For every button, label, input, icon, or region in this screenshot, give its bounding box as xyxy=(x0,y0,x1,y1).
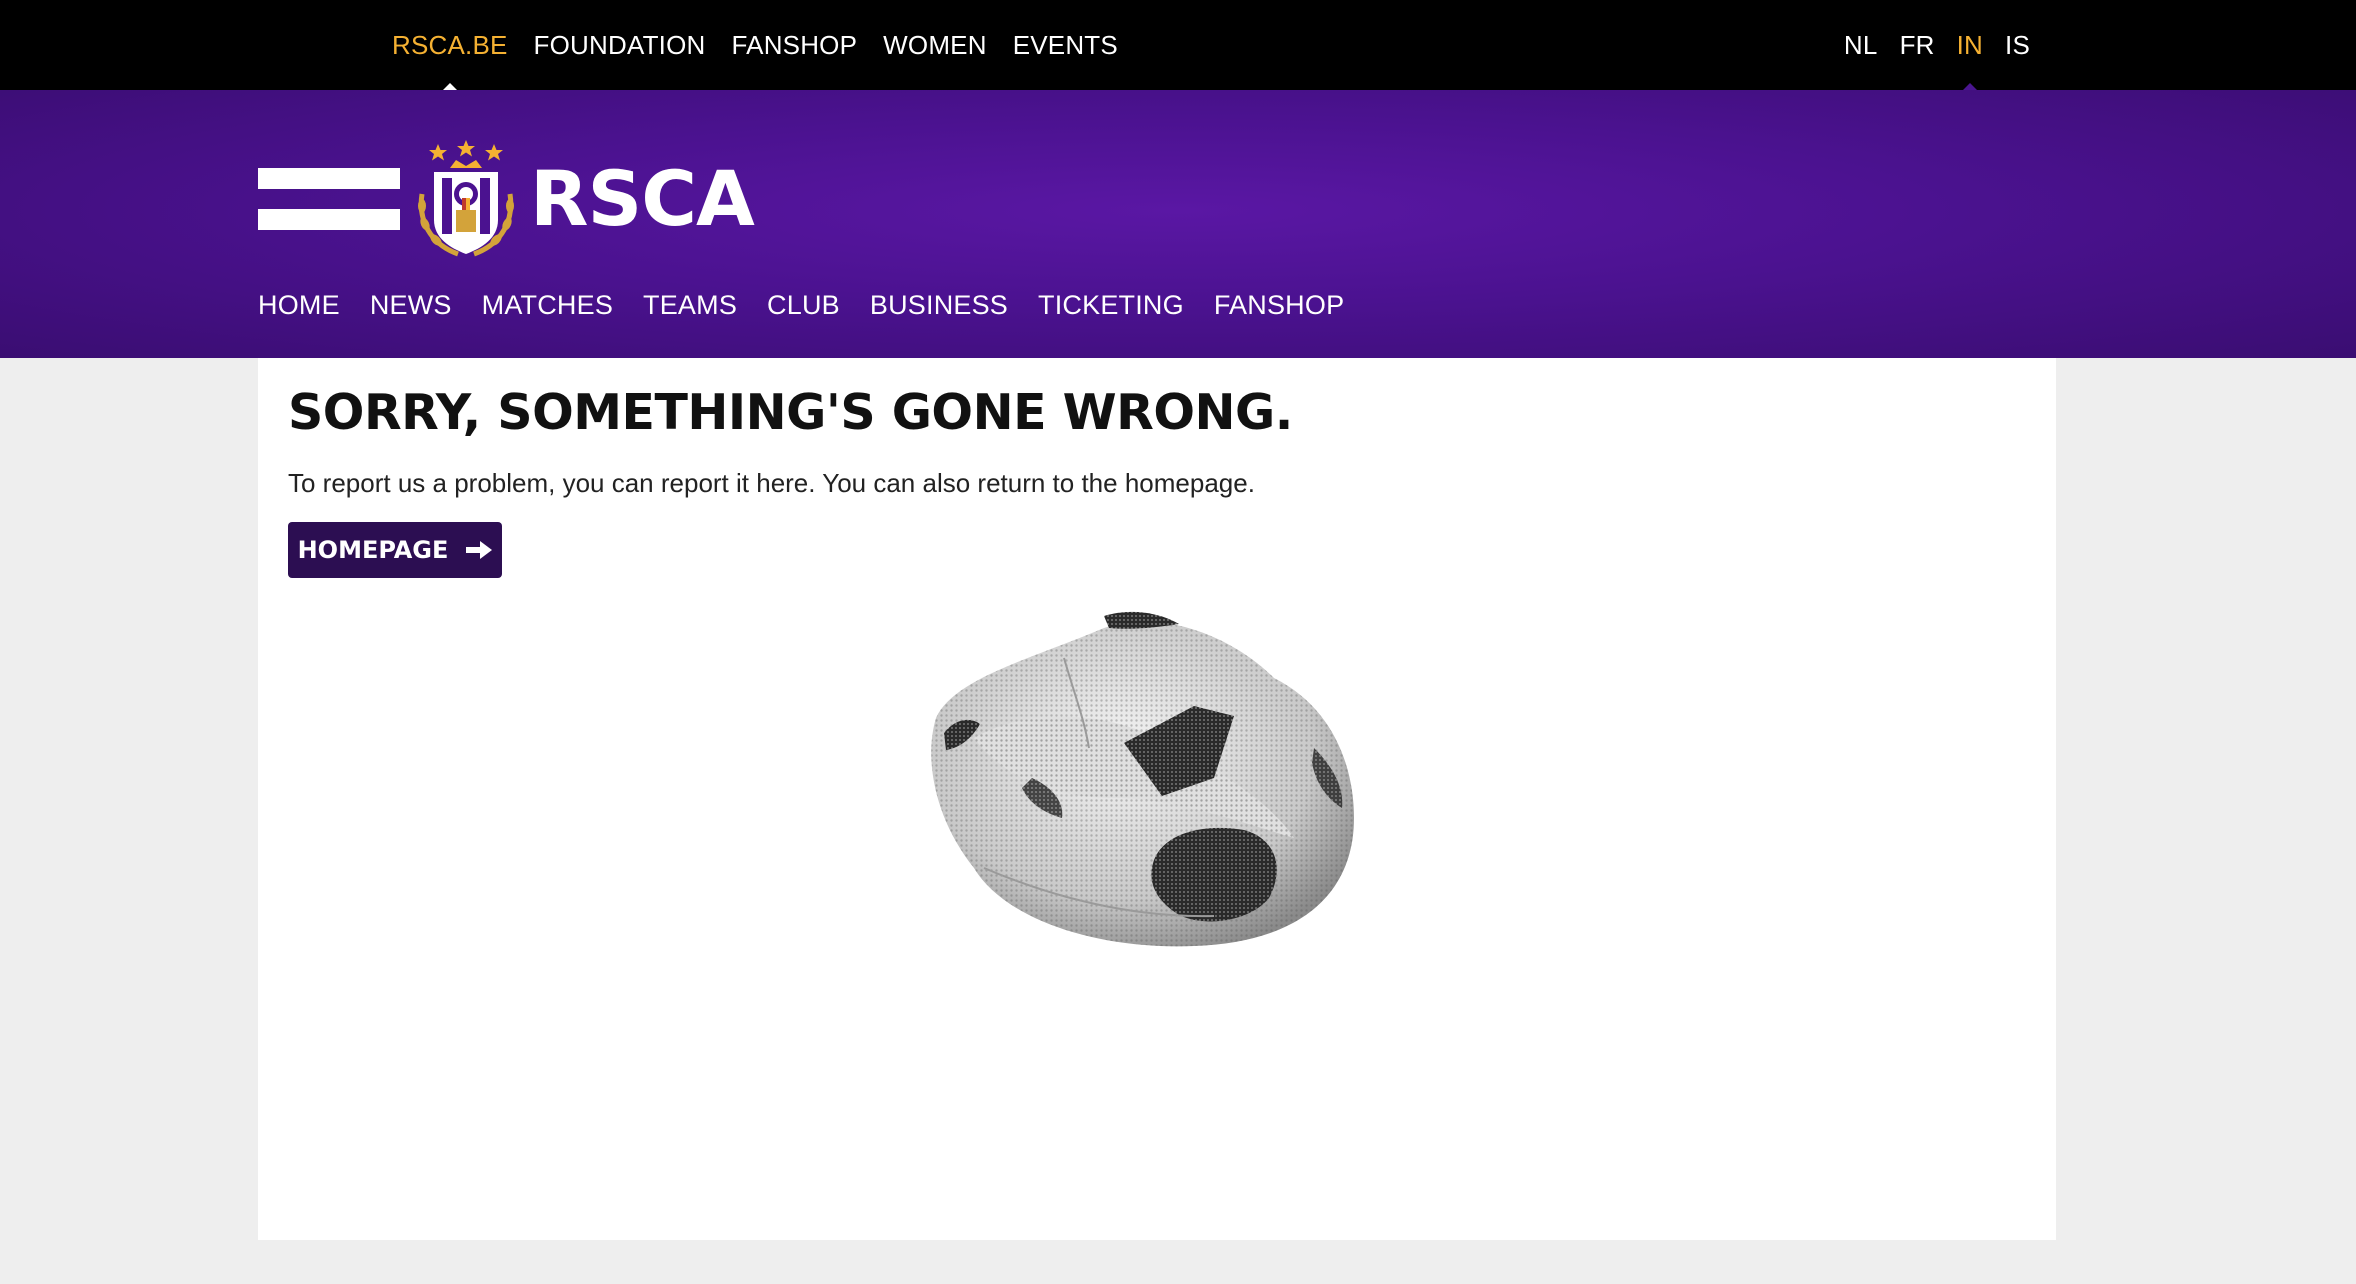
site-nav: RSCA.BE FOUNDATION FANSHOP WOMEN EVENTS xyxy=(392,0,1118,90)
nav-teams[interactable]: TEAMS xyxy=(643,290,737,321)
site-logo[interactable]: RSCA xyxy=(258,134,755,264)
nav-business[interactable]: BUSINESS xyxy=(870,290,1008,321)
homepage-button-label: HOMEPAGE xyxy=(297,536,449,564)
site-header: RSCA HOME NEWS MATCHES TEAMS CLUB BUSINE… xyxy=(0,90,2356,358)
homepage-button[interactable]: HOMEPAGE xyxy=(288,522,502,578)
nav-fanshop[interactable]: FANSHOP xyxy=(1214,290,1344,321)
logo-wordmark: RSCA xyxy=(530,154,755,243)
logo-stripes xyxy=(258,168,400,230)
main-nav: HOME NEWS MATCHES TEAMS CLUB BUSINESS TI… xyxy=(258,290,1344,321)
top-link-rsca-be[interactable]: RSCA.BE xyxy=(392,0,508,90)
nav-ticketing[interactable]: TICKETING xyxy=(1038,290,1184,321)
nav-news[interactable]: NEWS xyxy=(370,290,452,321)
lang-fr[interactable]: FR xyxy=(1900,0,1935,90)
top-link-fanshop[interactable]: FANSHOP xyxy=(732,0,858,90)
deflated-football-icon xyxy=(931,611,1354,947)
lang-is[interactable]: IS xyxy=(2005,0,2030,90)
arrow-right-icon xyxy=(466,541,493,559)
top-link-events[interactable]: EVENTS xyxy=(1013,0,1118,90)
top-link-women[interactable]: WOMEN xyxy=(883,0,987,90)
error-message: To report us a problem, you can report i… xyxy=(288,468,1255,498)
language-switcher: NL FR IN IS xyxy=(1844,0,2030,90)
nav-home[interactable]: HOME xyxy=(258,290,340,321)
top-bar: RSCA.BE FOUNDATION FANSHOP WOMEN EVENTS … xyxy=(0,0,2356,90)
rsca-crest-icon xyxy=(418,140,514,257)
error-content: SORRY, SOMETHING'S GONE WRONG. To report… xyxy=(258,358,2056,1240)
page-title: SORRY, SOMETHING'S GONE WRONG. xyxy=(288,384,1293,441)
lang-in[interactable]: IN xyxy=(1957,0,1983,90)
lang-nl[interactable]: NL xyxy=(1844,0,1878,90)
nav-matches[interactable]: MATCHES xyxy=(482,290,613,321)
nav-club[interactable]: CLUB xyxy=(767,290,840,321)
top-link-foundation[interactable]: FOUNDATION xyxy=(534,0,706,90)
